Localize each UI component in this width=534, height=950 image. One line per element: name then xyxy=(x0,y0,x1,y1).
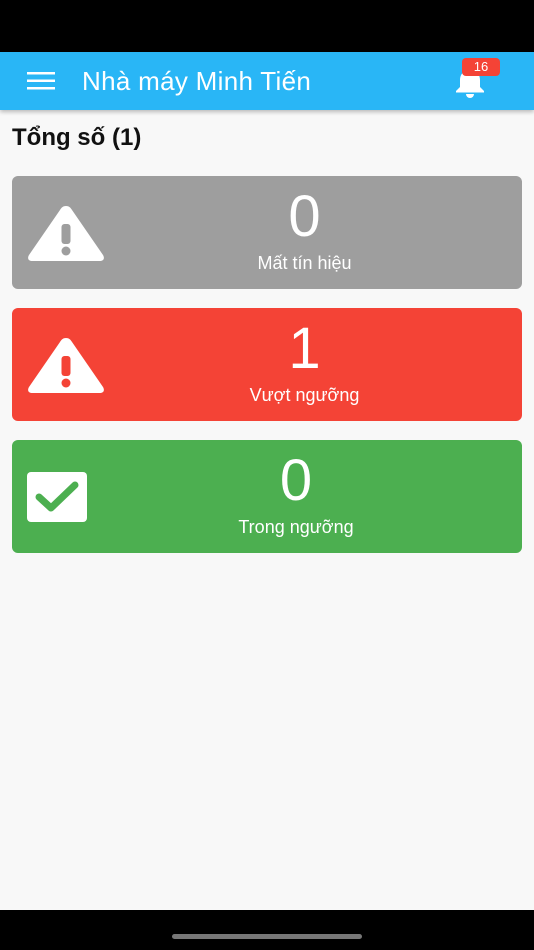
warning-icon xyxy=(28,206,104,261)
home-indicator[interactable] xyxy=(172,934,362,939)
within-threshold-count: 0 xyxy=(279,448,313,513)
status-bar xyxy=(0,0,534,52)
lost-signal-count: 0 xyxy=(288,184,321,249)
summary-title: Tổng số (1) xyxy=(12,124,142,151)
notification-badge: 16 xyxy=(462,58,500,76)
over-threshold-label: Vượt ngưỡng xyxy=(249,385,360,405)
over-threshold-count: 1 xyxy=(288,316,321,381)
navigation-bar xyxy=(0,910,534,950)
lost-signal-card[interactable]: 0 Mất tín hiệu xyxy=(12,176,522,289)
warning-icon xyxy=(28,338,104,393)
app-bar: Nhà máy Minh Tiến 16 xyxy=(0,52,534,110)
within-threshold-label: Trong ngưỡng xyxy=(238,517,354,537)
lost-signal-label: Mất tín hiệu xyxy=(257,253,352,273)
over-threshold-card[interactable]: 1 Vượt ngưỡng xyxy=(12,308,522,421)
menu-button[interactable] xyxy=(22,66,60,96)
app-title: Nhà máy Minh Tiến xyxy=(82,66,312,96)
within-threshold-card[interactable]: 0 Trong ngưỡng xyxy=(12,440,522,553)
checkbox-check-icon xyxy=(27,472,87,522)
hamburger-menu-icon xyxy=(27,72,55,90)
notifications-button[interactable]: 16 xyxy=(448,58,502,104)
